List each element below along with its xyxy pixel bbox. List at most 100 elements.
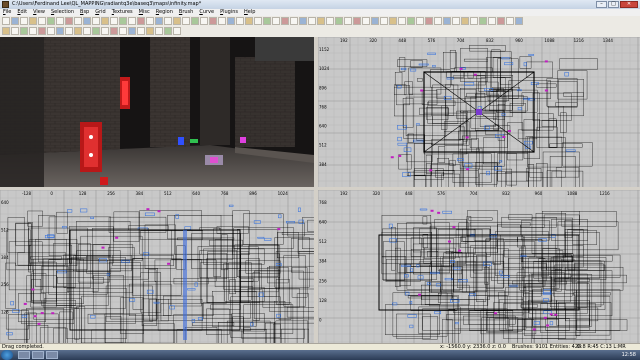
taskbar-app-explorer[interactable] [18,351,30,359]
toolbar-button[interactable] [47,17,55,25]
toolbar-button[interactable] [38,17,46,25]
menu-view[interactable]: View [30,9,48,16]
minimize-icon[interactable]: – [596,1,607,8]
toolbar-button[interactable] [83,17,91,25]
toolbar-button[interactable] [515,17,523,25]
toolbar-button[interactable] [200,17,208,25]
menu-misc[interactable]: Misc [136,9,153,16]
toolbar-button[interactable] [299,17,307,25]
start-button[interactable] [1,350,13,360]
toolbar-button[interactable] [335,17,343,25]
toolbar-button[interactable] [245,17,253,25]
toolbar-button[interactable] [425,17,433,25]
horizontal-splitter[interactable] [0,187,640,190]
toolbar-button[interactable] [65,17,73,25]
toolbar-button[interactable] [380,17,388,25]
menu-bsp[interactable]: Bsp [77,9,92,16]
toolbar-button[interactable] [173,27,181,35]
toolbar-button[interactable] [110,27,118,35]
toolbar-button[interactable] [11,27,19,35]
toolbar-button[interactable] [11,17,19,25]
toolbar-button[interactable] [290,17,298,25]
toolbar-button[interactable] [101,17,109,25]
toolbar-button[interactable] [344,17,352,25]
toolbar-button[interactable] [128,27,136,35]
toolbar-button[interactable] [452,17,460,25]
toolbar-button[interactable] [497,17,505,25]
toolbar-button[interactable] [155,17,163,25]
camera-viewport[interactable] [0,37,314,187]
toolbar-button[interactable] [47,27,55,35]
front-ortho-viewport[interactable]: 192 320 448 576 704 832 960 1088 1216 768 640 512 38… [318,190,640,343]
toolbar-button[interactable] [56,27,64,35]
toolbar-button[interactable] [20,17,28,25]
toolbar-button[interactable] [119,27,127,35]
toolbar-button[interactable] [227,17,235,25]
toolbar-button[interactable] [20,27,28,35]
menu-brush[interactable]: Brush [176,9,196,16]
toolbar-button[interactable] [281,17,289,25]
taskbar-app-radiant[interactable] [32,351,44,359]
toolbar-button[interactable] [182,17,190,25]
toolbar-button[interactable] [209,17,217,25]
toolbar-button[interactable] [218,17,226,25]
toolbar-button[interactable] [479,17,487,25]
toolbar-button[interactable] [137,27,145,35]
toolbar-button[interactable] [92,17,100,25]
toolbar-button[interactable] [155,27,163,35]
toolbar-button[interactable] [74,27,82,35]
toolbar-button[interactable] [101,27,109,35]
toolbar-button[interactable] [434,17,442,25]
vertical-splitter[interactable] [314,37,318,343]
close-icon[interactable]: ✕ [620,1,638,8]
toolbar-button[interactable] [272,17,280,25]
maximize-icon[interactable]: □ [608,1,619,8]
taskbar-app-browser[interactable] [46,351,58,359]
toolbar-button[interactable] [137,17,145,25]
menu-help[interactable]: Help [241,9,258,16]
toolbar-button[interactable] [407,17,415,25]
toolbar-button[interactable] [29,17,37,25]
toolbar-button[interactable] [2,17,10,25]
toolbar-button[interactable] [308,17,316,25]
toolbar-button[interactable] [317,17,325,25]
menu-plugins[interactable]: Plugins [217,9,241,16]
toolbar-button[interactable] [254,17,262,25]
toolbar-button[interactable] [488,17,496,25]
toolbar-button[interactable] [470,17,478,25]
toolbar-button[interactable] [389,17,397,25]
toolbar-button[interactable] [461,17,469,25]
toolbar-button[interactable] [2,27,10,35]
toolbar-button[interactable] [164,27,172,35]
toolbar-button[interactable] [128,17,136,25]
toolbar-button[interactable] [443,17,451,25]
toolbar-button[interactable] [38,27,46,35]
top-ortho-viewport[interactable]: 192 320 448 576 704 832 960 1088 1216 1344 1152 102… [318,37,640,187]
toolbar-button[interactable] [110,17,118,25]
menu-region[interactable]: Region [153,9,176,16]
menu-textures[interactable]: Textures [109,9,136,16]
menu-curve[interactable]: Curve [196,9,217,16]
toolbar-button[interactable] [362,17,370,25]
toolbar-button[interactable] [74,17,82,25]
toolbar-button[interactable] [353,17,361,25]
toolbar-button[interactable] [506,17,514,25]
side-ortho-viewport[interactable]: -128 0 128 256 384 512 640 768 896 1024 640 512 384 2… [0,190,314,343]
menu-edit[interactable]: Edit [14,9,30,16]
toolbar-button[interactable] [92,27,100,35]
toolbar-button[interactable] [173,17,181,25]
toolbar-button[interactable] [119,17,127,25]
toolbar-button[interactable] [371,17,379,25]
toolbar-button[interactable] [191,17,199,25]
toolbar-button[interactable] [56,17,64,25]
menu-selection[interactable]: Selection [48,9,77,16]
toolbar-button[interactable] [146,27,154,35]
toolbar-button[interactable] [83,27,91,35]
menu-grid[interactable]: Grid [92,9,109,16]
toolbar-button[interactable] [29,27,37,35]
toolbar-button[interactable] [146,17,154,25]
toolbar-button[interactable] [263,17,271,25]
toolbar-button[interactable] [65,27,73,35]
toolbar-button[interactable] [398,17,406,25]
toolbar-button[interactable] [236,17,244,25]
